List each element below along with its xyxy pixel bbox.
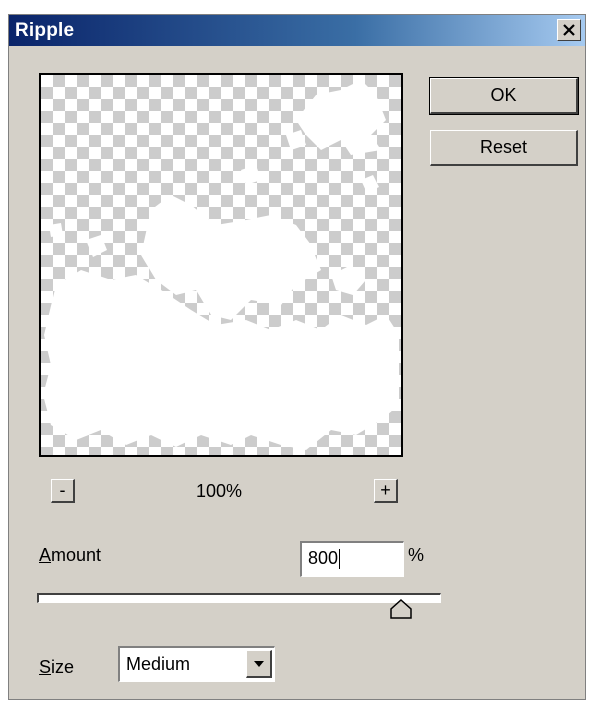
- ok-button[interactable]: OK: [429, 77, 579, 115]
- reset-button[interactable]: Reset: [430, 130, 578, 166]
- zoom-level: 100%: [195, 481, 243, 501]
- amount-unit: %: [408, 545, 425, 565]
- text-caret: [339, 549, 341, 570]
- size-label-rest: ize: [51, 657, 75, 677]
- preview-image: [43, 80, 399, 450]
- amount-value: 800: [308, 548, 339, 568]
- zoom-out-button[interactable]: -: [51, 479, 75, 503]
- zoom-in-button[interactable]: +: [374, 479, 398, 503]
- filter-preview[interactable]: [39, 73, 403, 457]
- size-label: Size: [39, 657, 74, 678]
- amount-label: Amount: [39, 545, 101, 566]
- size-label-accelerator: S: [39, 657, 52, 677]
- amount-input[interactable]: 800: [300, 541, 404, 577]
- size-select[interactable]: Medium: [118, 646, 275, 682]
- dialog-title: Ripple: [15, 20, 75, 41]
- size-dropdown-button[interactable]: [246, 650, 272, 678]
- amount-label-accelerator: A: [39, 545, 52, 565]
- chevron-down-icon: [253, 660, 264, 667]
- close-icon: [563, 24, 575, 36]
- ripple-dialog: Ripple OK Reset - 100% + Amount 800 % Si…: [8, 14, 586, 700]
- amount-slider-thumb[interactable]: [389, 599, 412, 619]
- size-selected-value: Medium: [126, 654, 191, 674]
- close-button[interactable]: [557, 19, 581, 41]
- title-bar[interactable]: Ripple: [9, 15, 585, 46]
- amount-label-rest: mount: [51, 545, 102, 565]
- amount-slider-track[interactable]: [37, 593, 441, 603]
